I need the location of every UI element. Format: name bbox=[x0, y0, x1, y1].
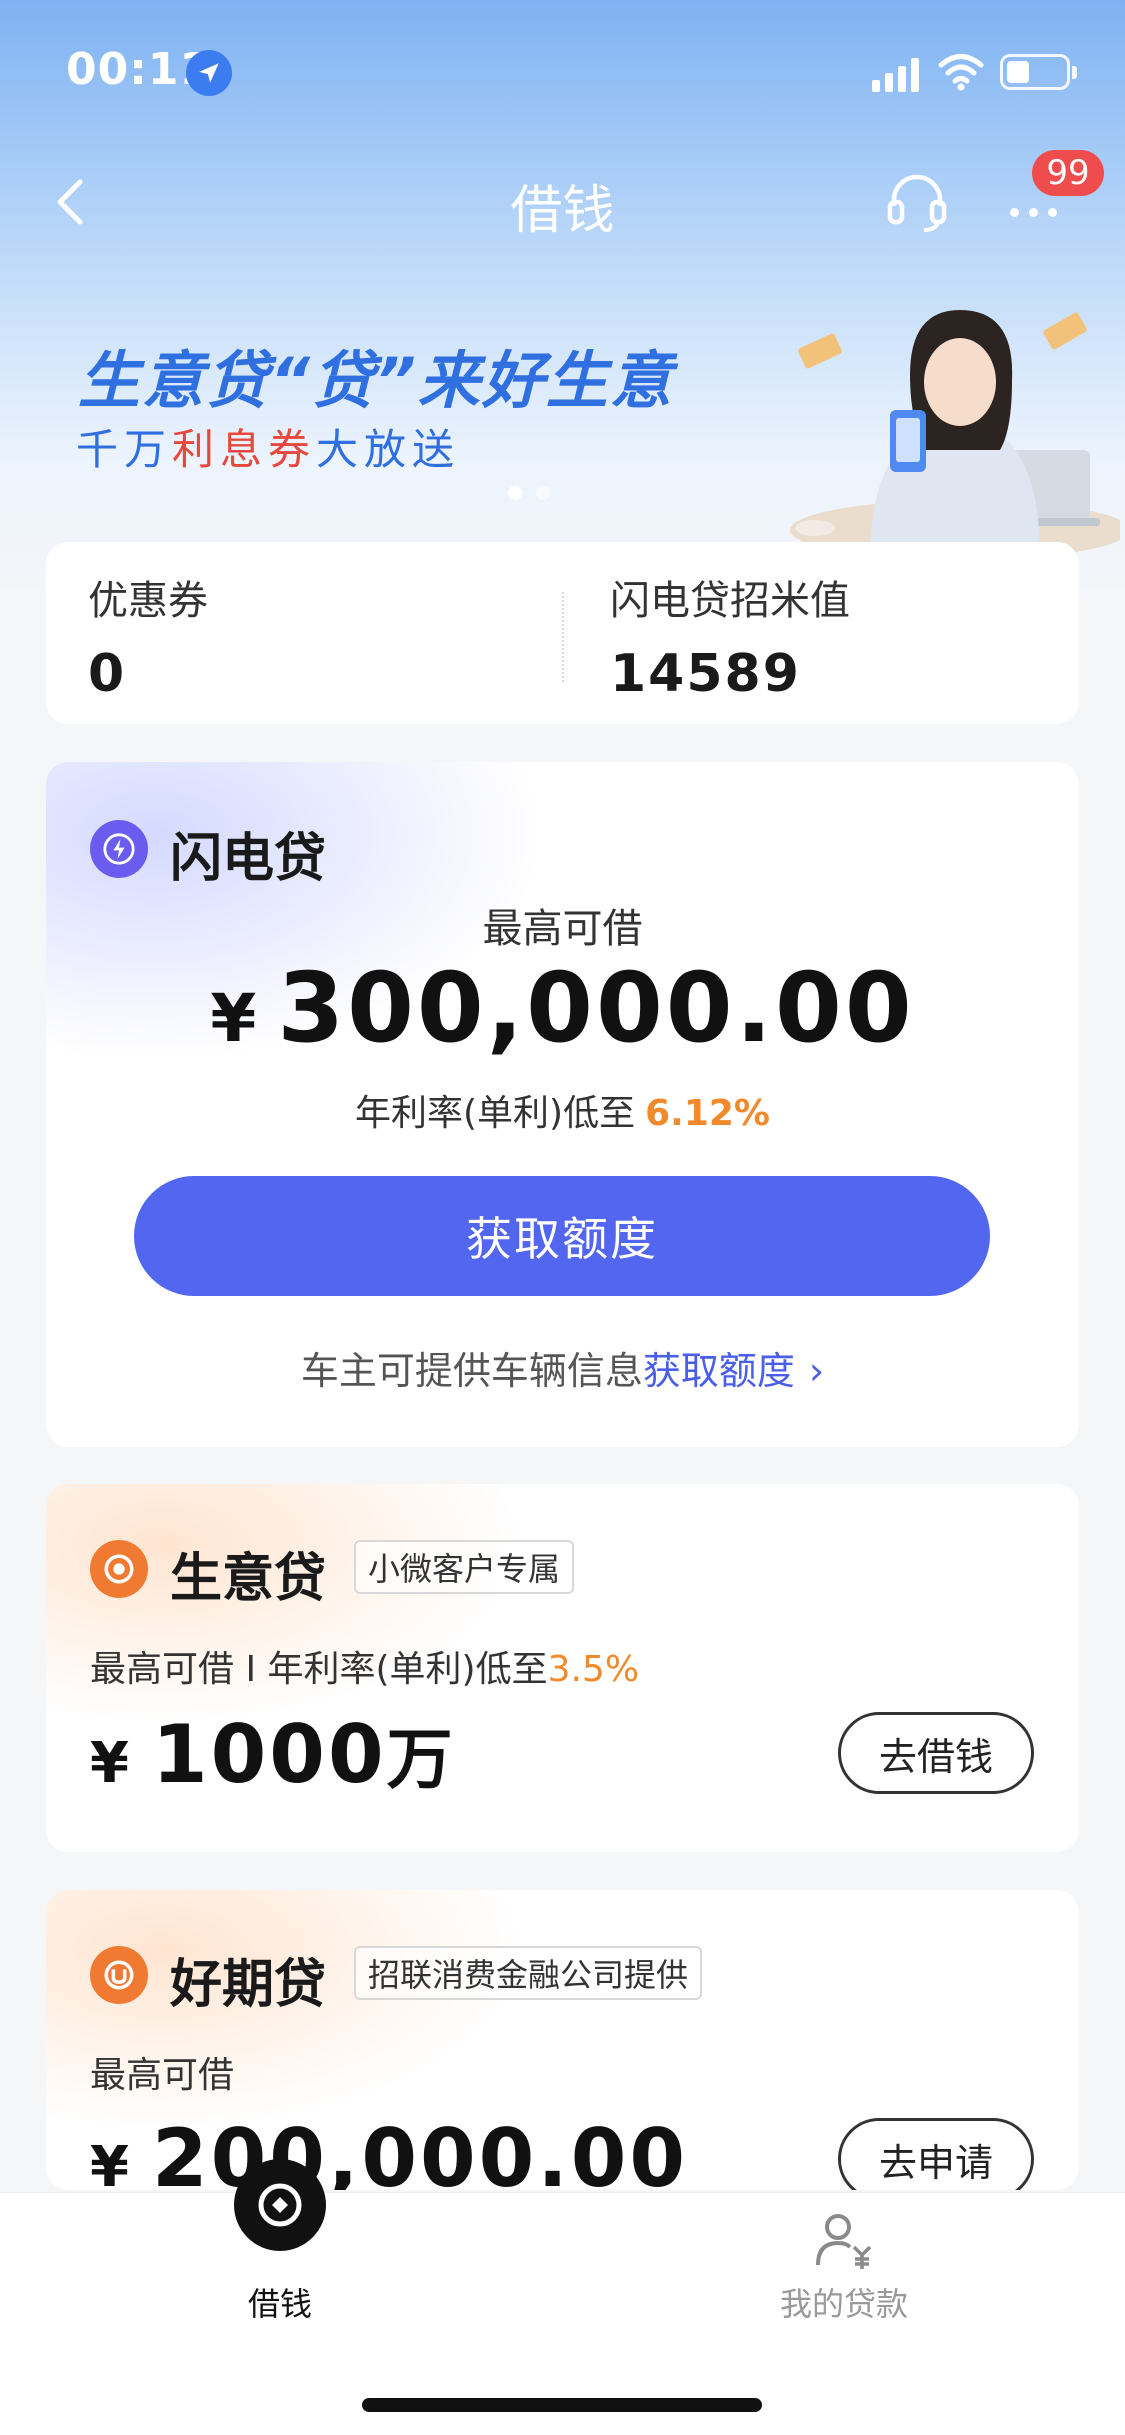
cellular-signal-icon bbox=[872, 58, 919, 92]
more-dots-icon bbox=[1010, 208, 1057, 217]
customer-service-headset-icon[interactable] bbox=[884, 168, 950, 234]
score-value: 14589 bbox=[610, 644, 801, 704]
tab-my-loans[interactable]: 我的贷款 bbox=[694, 2193, 994, 2353]
haoqi-loan-card: 好期贷 招联消费金融公司提供 最高可借 ¥200,000.00 去申请 bbox=[46, 1890, 1079, 2190]
product-name: 好期贷 bbox=[170, 1955, 327, 2015]
apply-button[interactable]: 去申请 bbox=[838, 2118, 1034, 2190]
product-tag: 小微客户专属 bbox=[354, 1540, 575, 1594]
tab-borrow[interactable]: 借钱 bbox=[130, 2159, 430, 2353]
car-owner-link[interactable]: 获取额度 bbox=[643, 1349, 795, 1393]
business-loan-card: 生意贷 小微客户专属 最高可借 I 年利率(单利)低至3.5% ¥1000万 去… bbox=[46, 1484, 1079, 1852]
score-label: 闪电贷招米值 bbox=[610, 578, 850, 624]
rate-line: 年利率(单利)低至 6.12% bbox=[46, 1084, 1079, 1136]
banner-sub-part-b: 利息券 bbox=[172, 425, 317, 474]
promo-banner[interactable]: 生意贷“贷”来好生意 千万利息券大放送 bbox=[0, 260, 1125, 560]
banner-sub-part-c: 大放送 bbox=[316, 425, 461, 474]
flash-loan-card: 闪电贷 最高可借 ¥300,000.00 年利率(单利)低至 6.12% 获取额度… bbox=[46, 762, 1079, 1447]
banner-title: 生意贷“贷”来好生意 bbox=[78, 344, 674, 417]
navigation-bar: 借钱 bbox=[0, 150, 1125, 250]
max-amount: ¥200,000.00 bbox=[90, 2112, 688, 2190]
lightning-icon bbox=[90, 820, 148, 878]
wifi-icon bbox=[938, 54, 984, 91]
max-borrow-label: 最高可借 bbox=[482, 906, 643, 952]
amount-value: 200,000.00 bbox=[151, 2112, 689, 2190]
business-loan-icon bbox=[90, 1540, 148, 1598]
banner-subtitle: 千万利息券大放送 bbox=[76, 416, 460, 477]
max-borrow-label: 最高可借 bbox=[90, 2055, 235, 2096]
rate-label: 年利率(单利)低至 bbox=[355, 1093, 636, 1134]
score-stat[interactable]: 闪电贷招米值 14589 bbox=[610, 568, 850, 704]
currency-symbol: ¥ bbox=[90, 1731, 132, 1796]
rate-value: 3.5% bbox=[547, 1649, 640, 1690]
currency-symbol: ¥ bbox=[90, 2135, 132, 2190]
banner-sub-part-a: 千万 bbox=[76, 425, 173, 474]
amount-unit: 万 bbox=[386, 1721, 456, 1798]
haoqi-loan-icon bbox=[90, 1946, 148, 2004]
banner-pagination bbox=[508, 486, 550, 500]
stats-card: 优惠券 0 闪电贷招米值 14589 bbox=[46, 542, 1079, 724]
max-amount: ¥1000万 bbox=[90, 1706, 456, 1802]
product-tag: 招联消费金融公司提供 bbox=[354, 1946, 703, 2000]
status-bar: 00:11 bbox=[0, 0, 1125, 140]
coupon-label: 优惠券 bbox=[88, 578, 208, 624]
currency-symbol: ¥ bbox=[210, 980, 260, 1057]
business-loan-desc: 最高可借 I 年利率(单利)低至3.5% bbox=[90, 1640, 639, 1692]
banner-dot bbox=[536, 486, 550, 500]
max-amount: ¥300,000.00 bbox=[46, 952, 1079, 1064]
tab-label: 借钱 bbox=[247, 2285, 312, 2323]
notification-badge: 99 bbox=[1032, 150, 1104, 196]
amount-value: 1000 bbox=[151, 1708, 387, 1801]
car-owner-text: 车主可提供车辆信息 bbox=[300, 1349, 643, 1393]
coupon-value: 0 bbox=[88, 644, 127, 704]
home-indicator bbox=[362, 2398, 762, 2412]
coupon-stat[interactable]: 优惠券 0 bbox=[88, 568, 208, 704]
desc-text: 最高可借 I 年利率(单利)低至 bbox=[90, 1649, 548, 1690]
banner-dot bbox=[508, 486, 522, 500]
product-name: 闪电贷 bbox=[170, 829, 327, 889]
rate-value: 6.12% bbox=[645, 1093, 770, 1134]
location-arrow-icon bbox=[186, 50, 232, 96]
go-borrow-button[interactable]: 去借钱 bbox=[838, 1712, 1034, 1794]
get-credit-button[interactable]: 获取额度 bbox=[134, 1176, 990, 1296]
borrow-tab-icon bbox=[234, 2159, 326, 2251]
page-title: 借钱 bbox=[510, 181, 615, 241]
person-loan-icon bbox=[816, 2214, 872, 2269]
car-owner-line: 车主可提供车辆信息获取额度 › bbox=[46, 1340, 1079, 1395]
battery-icon bbox=[1000, 54, 1077, 90]
chevron-right-icon[interactable]: › bbox=[809, 1349, 824, 1393]
banner-illustration bbox=[790, 310, 1120, 560]
stat-divider bbox=[562, 592, 564, 682]
tab-label: 我的贷款 bbox=[779, 2285, 908, 2323]
amount-value: 300,000.00 bbox=[277, 952, 915, 1064]
product-name: 生意贷 bbox=[170, 1549, 327, 1609]
